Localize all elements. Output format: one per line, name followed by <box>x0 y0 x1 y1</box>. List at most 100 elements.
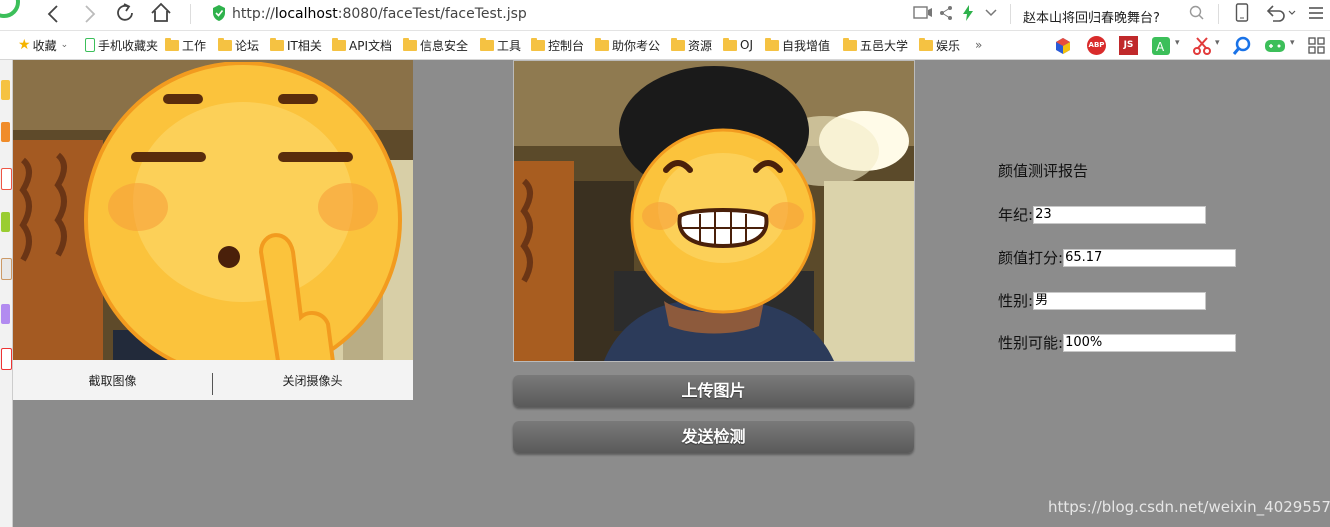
bookmark-label: 工作 <box>182 38 207 53</box>
search-icon[interactable] <box>1189 5 1205 21</box>
url-path: :8080/faceTest/faceTest.jsp <box>337 6 527 22</box>
webcam-panel: 截取图像 关闭摄像头 <box>13 60 413 400</box>
translate-extension-icon[interactable]: A <box>1151 36 1171 56</box>
gender-row: 性别: 男 <box>998 290 1207 311</box>
bookmark-label: 收藏 <box>32 38 57 53</box>
refresh-icon[interactable] <box>114 2 136 24</box>
score-label: 颜值打分: <box>998 249 1064 267</box>
age-row: 年纪: 23 <box>998 204 1207 225</box>
sidebar-app-icon[interactable] <box>1 80 10 100</box>
sidebar-app-icon[interactable] <box>1 168 12 190</box>
sidebar-app-icon[interactable] <box>1 304 10 324</box>
folder-icon <box>165 37 179 51</box>
svg-text:A: A <box>1156 40 1165 54</box>
sidebar-app-icon[interactable] <box>1 122 10 142</box>
chevron-down-icon: ⌄ <box>60 40 69 50</box>
bookmark-work[interactable]: 工作 <box>165 37 206 53</box>
bookmark-security[interactable]: 信息安全 <box>403 37 468 53</box>
scissors-icon[interactable] <box>1192 36 1212 56</box>
chevron-down-icon[interactable]: ▾ <box>1175 38 1180 48</box>
search-divider <box>1010 4 1011 24</box>
mobile-icon[interactable] <box>1235 3 1249 23</box>
adblock-icon[interactable]: ABP <box>1087 36 1106 55</box>
folder-icon <box>595 37 609 51</box>
chevron-down-icon[interactable]: ▾ <box>1290 38 1295 48</box>
upload-image-button[interactable]: 上传图片 <box>513 375 914 407</box>
bookmark-api-docs[interactable]: API文档 <box>332 37 392 53</box>
url-host: localhost <box>274 6 338 22</box>
home-icon[interactable] <box>150 2 172 24</box>
bookmark-tools[interactable]: 工具 <box>480 37 521 53</box>
bookmark-label: IT相关 <box>287 38 322 53</box>
bookmark-it[interactable]: IT相关 <box>270 37 322 53</box>
bookmark-oj[interactable]: OJ <box>723 37 753 53</box>
forward-icon[interactable] <box>82 4 98 24</box>
bookmark-label: OJ <box>740 38 753 52</box>
captured-photo <box>513 60 915 362</box>
cube-extension-icon[interactable] <box>1054 37 1072 55</box>
bookmark-self-improvement[interactable]: 自我增值 <box>765 37 830 53</box>
sidebar-app-icon[interactable] <box>1 348 12 370</box>
bookmark-label: 资源 <box>688 38 713 53</box>
folder-icon <box>723 37 737 51</box>
gender-probability-field[interactable]: 100% <box>1063 333 1237 352</box>
url-input[interactable]: http://localhost:8080/faceTest/faceTest.… <box>232 6 527 22</box>
capture-image-button[interactable]: 截取图像 <box>13 372 212 389</box>
gender-field[interactable]: 男 <box>1033 291 1207 310</box>
bookmark-forum[interactable]: 论坛 <box>218 37 259 53</box>
gender-label: 性别: <box>998 292 1034 310</box>
bookmark-mobile-favorites[interactable]: 手机收藏夹 <box>85 37 158 53</box>
magnifier-extension-icon[interactable] <box>1232 36 1252 56</box>
chevron-down-icon[interactable]: ▾ <box>1215 38 1220 48</box>
url-prefix: http:// <box>232 6 275 22</box>
watermark-text: https://blog.csdn.net/weixin_40295575 <box>1048 498 1330 516</box>
js-extension-icon[interactable]: JS <box>1119 36 1138 55</box>
bookmark-label: 助你考公 <box>612 38 661 53</box>
grin-emoji-icon <box>630 128 816 314</box>
folder-icon <box>270 37 284 51</box>
bookmark-console[interactable]: 控制台 <box>531 37 584 53</box>
folder-icon <box>218 37 232 51</box>
undo-icon[interactable] <box>1265 3 1287 23</box>
bookmark-label: API文档 <box>349 38 392 53</box>
report-title: 颜值测评报告 <box>998 162 1089 180</box>
bookmark-exam[interactable]: 助你考公 <box>595 37 660 53</box>
bookmark-university[interactable]: 五邑大学 <box>843 37 908 53</box>
folder-icon <box>403 37 417 51</box>
bookmark-label: 娱乐 <box>936 38 961 53</box>
browser-toolbar: http://localhost:8080/faceTest/faceTest.… <box>0 0 1330 31</box>
browser-logo-icon <box>0 0 20 18</box>
bookmarks-bar: ★ 收藏 ⌄ 手机收藏夹 工作 论坛 IT相关 API文档 信息安全 工具 控制… <box>0 31 1330 60</box>
sidebar-strip <box>0 60 13 527</box>
bookmarks-more[interactable]: » <box>975 37 982 53</box>
undo-dropdown-icon[interactable] <box>1288 9 1296 17</box>
bookmark-favorites[interactable]: ★ 收藏 ⌄ <box>18 37 68 53</box>
screen-capture-icon[interactable] <box>913 5 933 21</box>
bookmark-label: 信息安全 <box>420 38 469 53</box>
close-camera-button[interactable]: 关闭摄像头 <box>213 372 412 389</box>
bookmark-resources[interactable]: 资源 <box>671 37 712 53</box>
sidebar-app-icon[interactable] <box>1 258 12 280</box>
sidebar-app-icon[interactable] <box>1 212 10 232</box>
score-row: 颜值打分: 65.17 <box>998 247 1237 268</box>
bookmark-label: 手机收藏夹 <box>98 38 159 53</box>
menu-icon[interactable] <box>1308 5 1324 21</box>
chevron-down-icon[interactable] <box>984 6 998 20</box>
share-icon[interactable] <box>938 5 954 21</box>
bookmark-label: 控制台 <box>548 38 585 53</box>
secure-shield-icon <box>213 5 225 21</box>
search-input[interactable]: 赵本山将回归春晚舞台? <box>1023 7 1160 26</box>
folder-icon <box>531 37 545 51</box>
bookmark-entertainment[interactable]: 娱乐 <box>919 37 960 53</box>
folder-icon <box>919 37 933 51</box>
send-detect-button[interactable]: 发送检测 <box>513 421 914 453</box>
age-field[interactable]: 23 <box>1033 205 1207 224</box>
bookmark-label: 工具 <box>497 38 522 53</box>
folder-icon <box>843 37 857 51</box>
star-icon: ★ <box>18 37 31 53</box>
lightning-icon[interactable] <box>962 4 974 22</box>
score-field[interactable]: 65.17 <box>1063 248 1237 267</box>
back-icon[interactable] <box>46 4 62 24</box>
apps-grid-icon[interactable] <box>1308 37 1326 55</box>
gamepad-icon[interactable] <box>1264 37 1286 55</box>
